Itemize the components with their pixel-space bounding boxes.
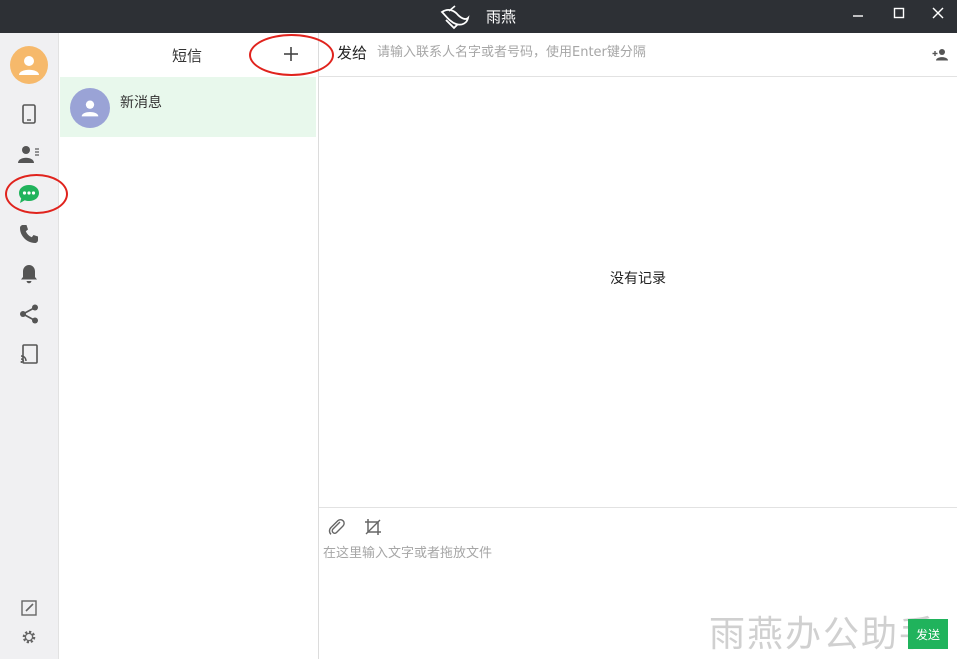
recipient-input[interactable] (377, 41, 877, 63)
watermark: 雨燕办公助手 (709, 614, 938, 655)
list-header: 短信 (59, 33, 319, 76)
person-avatar-icon (19, 56, 39, 75)
new-message-button[interactable] (280, 43, 302, 65)
send-button[interactable]: 发送 (908, 619, 948, 649)
empty-state-text: 没有记录 (610, 271, 666, 287)
add-contact-icon (932, 48, 948, 60)
sidebar-item-messages[interactable] (14, 179, 44, 209)
sidebar-item-settings[interactable] (14, 622, 44, 652)
sidebar-item-calls[interactable] (14, 219, 44, 249)
screenshot-button[interactable] (363, 517, 383, 537)
phone-call-icon (20, 225, 38, 243)
paperclip-icon (328, 518, 345, 535)
user-avatar[interactable] (10, 46, 48, 84)
conversation-name: 新消息 (120, 95, 162, 111)
to-label: 发给 (337, 44, 368, 62)
swallow-logo-icon (440, 5, 470, 30)
sidebar-nav (0, 33, 59, 659)
window-title: 雨燕 (486, 8, 517, 26)
title-bar[interactable]: 雨燕 (0, 0, 957, 33)
contact-avatar (70, 88, 110, 128)
mobile-phone-icon (22, 104, 36, 124)
cast-icon (20, 344, 38, 364)
chat-bubble-icon (19, 185, 39, 203)
sidebar-item-share[interactable] (14, 299, 44, 329)
person-avatar-icon (81, 100, 99, 117)
compose-area: 雨燕办公助手 发送 (319, 507, 957, 659)
conversation-item[interactable]: 新消息 (60, 77, 316, 137)
sidebar-item-phone[interactable] (14, 99, 44, 129)
sidebar-item-notifications[interactable] (14, 259, 44, 289)
recipient-bar: 发给 (319, 33, 957, 77)
minimize-icon (853, 15, 863, 17)
bell-icon (21, 265, 37, 284)
close-button[interactable] (918, 0, 957, 26)
conversation-list-panel: 短信 新消息 (59, 33, 319, 659)
attach-button[interactable] (327, 517, 347, 537)
close-icon (932, 7, 944, 19)
edit-icon (21, 600, 37, 616)
maximize-button[interactable] (879, 0, 919, 26)
crop-icon (365, 519, 381, 535)
contacts-icon (18, 146, 39, 163)
sidebar-item-feedback[interactable] (14, 593, 44, 623)
sidebar-item-contacts[interactable] (14, 139, 44, 169)
minimize-button[interactable] (838, 0, 878, 26)
maximize-icon (893, 7, 905, 19)
chat-panel: 发给 没有记录 (319, 33, 957, 659)
share-icon (20, 304, 38, 324)
sidebar-item-screen-cast[interactable] (14, 339, 44, 369)
plus-icon (284, 47, 298, 61)
gear-icon (22, 630, 36, 644)
list-title: 短信 (172, 47, 203, 65)
add-contact-button[interactable] (931, 46, 949, 62)
app-window: 雨燕 短信 新消息 发给 请输入联系人名字或者号码，使用Enter键分隔 没有记… (0, 0, 957, 659)
